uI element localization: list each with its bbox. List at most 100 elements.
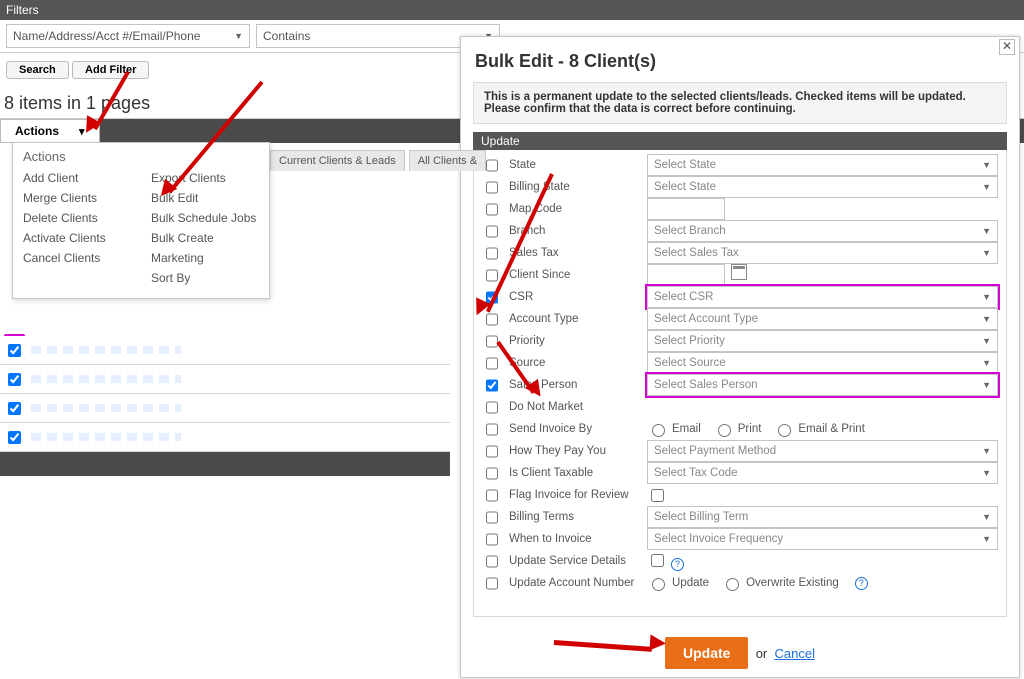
field-label: Branch: [509, 225, 639, 237]
payment-method-select[interactable]: Select Payment Method▼: [647, 440, 998, 462]
tab-current-clients[interactable]: Current Clients & Leads: [270, 150, 405, 171]
flag-invoice-toggle[interactable]: [651, 489, 664, 502]
action-bulk-schedule[interactable]: Bulk Schedule Jobs: [151, 208, 259, 228]
list-item[interactable]: [0, 336, 450, 365]
row-content: [31, 404, 181, 412]
invoice-frequency-select[interactable]: Select Invoice Frequency▼: [647, 528, 998, 550]
field-label: Map Code: [509, 203, 639, 215]
dd-value: Select State: [654, 181, 716, 193]
action-marketing[interactable]: Marketing: [151, 248, 259, 268]
chevron-down-icon: ▼: [982, 226, 991, 236]
row-checkbox[interactable]: [486, 203, 498, 216]
row-checkbox[interactable]: [486, 511, 498, 524]
row-checkbox[interactable]: [486, 445, 498, 458]
field-label: Priority: [509, 335, 639, 347]
row-checkbox[interactable]: [486, 467, 498, 480]
chevron-down-icon: ▼: [982, 182, 991, 192]
radio-email[interactable]: Email: [647, 421, 701, 437]
action-add-client[interactable]: Add Client: [23, 168, 131, 188]
chevron-down-icon: ▼: [982, 248, 991, 258]
billing-state-select[interactable]: Select State ▼: [647, 176, 998, 198]
row-checkbox[interactable]: [486, 423, 498, 436]
row-checkbox[interactable]: [486, 269, 498, 282]
row-checkbox[interactable]: [486, 181, 498, 194]
chevron-down-icon: ▾: [79, 125, 85, 138]
action-bulk-edit[interactable]: Bulk Edit: [151, 188, 259, 208]
action-export-clients[interactable]: Export Clients: [151, 168, 259, 188]
row-checkbox[interactable]: [486, 159, 498, 172]
filter-field-combo[interactable]: Name/Address/Acct #/Email/Phone ▼: [6, 24, 250, 48]
field-label: Account Type: [509, 313, 639, 325]
sales-person-select[interactable]: Select Sales Person▼: [647, 374, 998, 396]
radio-email-print[interactable]: Email & Print: [773, 421, 864, 437]
action-activate-clients[interactable]: Activate Clients: [23, 228, 131, 248]
radio-print[interactable]: Print: [713, 421, 762, 437]
close-icon[interactable]: ✕: [999, 39, 1015, 55]
list-footer: [0, 452, 450, 476]
dd-value: Select Source: [654, 357, 726, 369]
account-type-select[interactable]: Select Account Type▼: [647, 308, 998, 330]
chevron-down-icon: ▼: [982, 512, 991, 522]
state-select[interactable]: Select State▼: [647, 154, 998, 176]
row-checkbox[interactable]: [486, 335, 498, 348]
field-label: Flag Invoice for Review: [509, 489, 639, 501]
radio-update[interactable]: Update: [647, 575, 709, 591]
row-checkbox[interactable]: [486, 357, 498, 370]
list-item[interactable]: [0, 423, 450, 452]
action-delete-clients[interactable]: Delete Clients: [23, 208, 131, 228]
row-checkbox[interactable]: [486, 313, 498, 326]
chevron-down-icon: ▼: [982, 336, 991, 346]
row-checkbox[interactable]: [8, 402, 21, 415]
help-icon[interactable]: ?: [855, 577, 868, 590]
calendar-icon[interactable]: [731, 264, 747, 280]
list-item[interactable]: [0, 365, 450, 394]
row-checkbox[interactable]: [8, 373, 21, 386]
update-section-header: Update: [473, 132, 1007, 150]
row-checkbox[interactable]: [8, 431, 21, 444]
row-checkbox[interactable]: [486, 291, 498, 304]
branch-select[interactable]: Select Branch▼: [647, 220, 998, 242]
dd-value: Select State: [654, 159, 716, 171]
dd-value: Select Invoice Frequency: [654, 533, 783, 545]
update-service-toggle[interactable]: [651, 554, 664, 567]
action-sort-by[interactable]: Sort By: [151, 268, 259, 288]
radio-overwrite[interactable]: Overwrite Existing: [721, 575, 839, 591]
action-bulk-create[interactable]: Bulk Create: [151, 228, 259, 248]
map-code-input[interactable]: [647, 198, 725, 220]
priority-select[interactable]: Select Priority▼: [647, 330, 998, 352]
dialog-title: Bulk Edit - 8 Client(s): [475, 51, 1019, 72]
cancel-link[interactable]: Cancel: [775, 646, 815, 661]
chevron-down-icon: ▼: [982, 358, 991, 368]
row-checkbox[interactable]: [486, 401, 498, 414]
client-since-input[interactable]: [647, 264, 725, 286]
source-select[interactable]: Select Source ▼: [647, 352, 998, 374]
row-checkbox[interactable]: [486, 555, 498, 568]
sales-tax-select[interactable]: Select Sales Tax▼: [647, 242, 998, 264]
row-checkbox[interactable]: [486, 247, 498, 260]
action-merge-clients[interactable]: Merge Clients: [23, 188, 131, 208]
tax-code-select[interactable]: Select Tax Code▼: [647, 462, 998, 484]
row-checkbox[interactable]: [486, 225, 498, 238]
chevron-down-icon: ▼: [982, 314, 991, 324]
row-checkbox[interactable]: [486, 533, 498, 546]
billing-terms-select[interactable]: Select Billing Term ▼: [647, 506, 998, 528]
field-label: Sales Person: [509, 379, 639, 391]
help-icon[interactable]: ?: [671, 558, 684, 571]
row-checkbox[interactable]: [486, 379, 498, 392]
tab-all-clients[interactable]: All Clients &: [409, 150, 486, 171]
field-label: Is Client Taxable: [509, 467, 639, 479]
row-checkbox[interactable]: [8, 344, 21, 357]
csr-select[interactable]: Select CSR▼: [647, 286, 998, 308]
list-item[interactable]: [0, 394, 450, 423]
action-cancel-clients[interactable]: Cancel Clients: [23, 248, 131, 268]
add-filter-button[interactable]: Add Filter: [72, 61, 149, 79]
row-content: [31, 433, 181, 441]
chevron-down-icon: ▼: [234, 31, 243, 41]
row-checkbox[interactable]: [486, 577, 498, 590]
update-button[interactable]: Update: [665, 637, 748, 669]
search-button[interactable]: Search: [6, 61, 69, 79]
dd-value: Select Billing Term: [654, 511, 748, 523]
row-checkbox[interactable]: [486, 489, 498, 502]
actions-menu-button[interactable]: Actions ▾: [0, 119, 100, 143]
chevron-down-icon: ▼: [982, 446, 991, 456]
